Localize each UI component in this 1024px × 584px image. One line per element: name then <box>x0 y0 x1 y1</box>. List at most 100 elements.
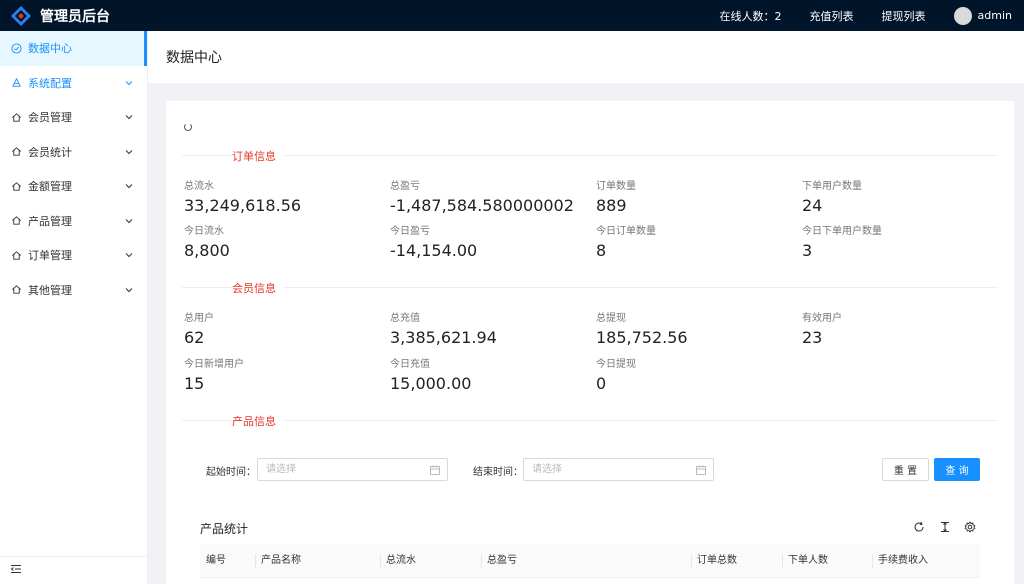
sidebar: 数据中心 系统配置 会员管理 会员统计 金额管理 产品管理 订单管理 其他管理 <box>0 31 148 584</box>
chevron-down-icon <box>125 182 133 190</box>
chevron-down-icon <box>125 217 133 225</box>
column-separator <box>691 554 692 568</box>
start-time-picker[interactable] <box>257 458 448 481</box>
dashboard-card: 订单信息 总流水 33,249,618.56 总盈亏 -1,487,584.58… <box>166 101 1014 584</box>
stat-today-flow: 今日流水 8,800 <box>184 222 230 260</box>
stat-value: 15,000.00 <box>390 374 472 393</box>
stat-today-withdraw: 今日提现 0 <box>596 355 636 393</box>
stat-value: -14,154.00 <box>390 241 478 260</box>
sidebar-item-label: 数据中心 <box>28 42 72 56</box>
column-height-icon[interactable] <box>939 521 951 533</box>
chevron-down-icon <box>125 251 133 259</box>
stat-value: 889 <box>596 196 627 215</box>
stat-order-count: 订单数量 889 <box>596 177 636 215</box>
calendar-icon <box>430 465 440 475</box>
column-header-id[interactable]: 编号 <box>206 544 226 578</box>
page-title: 数据中心 <box>166 50 222 66</box>
stat-label: 今日下单用户数量 <box>802 226 882 237</box>
sidebar-item-amount-management[interactable]: 金额管理 <box>0 169 147 204</box>
column-header-ordering-users[interactable]: 下单人数 <box>788 544 828 578</box>
stat-today-ordering-users: 今日下单用户数量 3 <box>802 222 882 260</box>
stat-value: 15 <box>184 374 205 393</box>
stat-value: 33,249,618.56 <box>184 196 302 215</box>
section-divider <box>182 155 998 156</box>
username: admin <box>977 9 1012 22</box>
stat-today-recharge: 今日充值 15,000.00 <box>390 355 471 393</box>
sidebar-item-member-stats[interactable]: 会员统计 <box>0 135 147 170</box>
stat-label: 今日充值 <box>390 359 430 370</box>
refresh-icon[interactable] <box>913 521 925 533</box>
stat-valid-users: 有效用户 23 <box>802 309 842 347</box>
sidebar-item-member-management[interactable]: 会员管理 <box>0 100 147 135</box>
sidebar-item-label: 订单管理 <box>28 249 72 263</box>
sidebar-item-label: 其他管理 <box>28 283 72 297</box>
collapse-sidebar-button[interactable] <box>0 556 147 584</box>
avatar <box>953 6 972 25</box>
sidebar-item-system-config[interactable]: 系统配置 <box>0 66 147 101</box>
stat-label: 今日流水 <box>184 226 224 237</box>
section-divider <box>182 287 998 288</box>
column-header-order-total[interactable]: 订单总数 <box>697 544 737 578</box>
stat-label: 总用户 <box>184 313 214 324</box>
stat-ordering-users: 下单用户数量 24 <box>802 177 862 215</box>
sidebar-item-data-center[interactable]: 数据中心 <box>0 31 147 66</box>
home-icon <box>10 146 22 158</box>
section-title-order: 订单信息 <box>232 148 284 164</box>
column-separator <box>872 554 873 568</box>
stat-value: -1,487,584.580000002 <box>390 196 574 215</box>
stat-total-withdraw: 总提现 185,752.56 <box>596 309 688 347</box>
column-separator <box>782 554 783 568</box>
stat-today-new-users: 今日新增用户 15 <box>184 355 244 393</box>
stat-label: 总提现 <box>596 313 626 324</box>
app-title: 管理员后台 <box>40 8 110 25</box>
sidebar-item-product-management[interactable]: 产品管理 <box>0 204 147 239</box>
dashboard-icon <box>10 42 22 54</box>
column-separator <box>481 554 482 568</box>
stat-label: 下单用户数量 <box>802 181 862 192</box>
home-icon <box>10 180 22 192</box>
withdraw-list-link[interactable]: 提现列表 <box>882 8 926 24</box>
sidebar-item-label: 产品管理 <box>28 214 72 228</box>
column-separator <box>255 554 256 568</box>
end-time-picker[interactable] <box>523 458 714 481</box>
page-header: 数据中心 <box>148 31 1024 83</box>
stat-total-recharge: 总充值 3,385,621.94 <box>390 309 497 347</box>
column-header-product-name[interactable]: 产品名称 <box>261 544 301 578</box>
column-header-total-profit-loss[interactable]: 总盈亏 <box>487 544 517 578</box>
stat-label: 今日提现 <box>596 359 636 370</box>
column-header-total-flow[interactable]: 总流水 <box>386 544 416 578</box>
sidebar-item-order-management[interactable]: 订单管理 <box>0 238 147 273</box>
user-menu[interactable]: admin <box>953 6 1012 25</box>
section-title-member: 会员信息 <box>232 280 284 296</box>
stat-value: 3 <box>802 241 813 260</box>
column-header-fee-income[interactable]: 手续费收入 <box>878 544 928 578</box>
query-button[interactable]: 查 询 <box>934 458 980 481</box>
stat-value: 8 <box>596 241 607 260</box>
chevron-down-icon <box>125 286 133 294</box>
reset-button[interactable]: 重 置 <box>882 458 929 481</box>
gear-icon[interactable] <box>964 521 976 533</box>
product-stats-title: 产品统计 <box>200 522 249 536</box>
stat-total-users: 总用户 62 <box>184 309 214 347</box>
sidebar-item-label: 会员统计 <box>28 145 72 159</box>
stat-value: 23 <box>802 328 823 347</box>
stat-label: 总盈亏 <box>390 181 420 192</box>
stat-value: 185,752.56 <box>596 328 688 347</box>
calendar-icon <box>696 465 706 475</box>
sidebar-item-other-management[interactable]: 其他管理 <box>0 273 147 308</box>
home-icon <box>10 284 22 296</box>
stat-label: 今日盈亏 <box>390 226 430 237</box>
stat-value: 3,385,621.94 <box>390 328 497 347</box>
stat-value: 24 <box>802 196 823 215</box>
sidebar-item-label: 会员管理 <box>28 111 72 125</box>
stat-label: 总充值 <box>390 313 420 324</box>
home-icon <box>10 249 22 261</box>
menu-fold-icon <box>10 563 22 578</box>
recharge-list-link[interactable]: 充值列表 <box>810 8 854 24</box>
chevron-down-icon <box>125 113 133 121</box>
chevron-down-icon <box>125 148 133 156</box>
stat-label: 总流水 <box>184 181 214 192</box>
product-table-header: 编号 产品名称 总流水 总盈亏 订单总数 下单人数 手续费收入 <box>200 544 980 578</box>
stat-label: 订单数量 <box>596 181 636 192</box>
stat-label: 今日订单数量 <box>596 226 656 237</box>
